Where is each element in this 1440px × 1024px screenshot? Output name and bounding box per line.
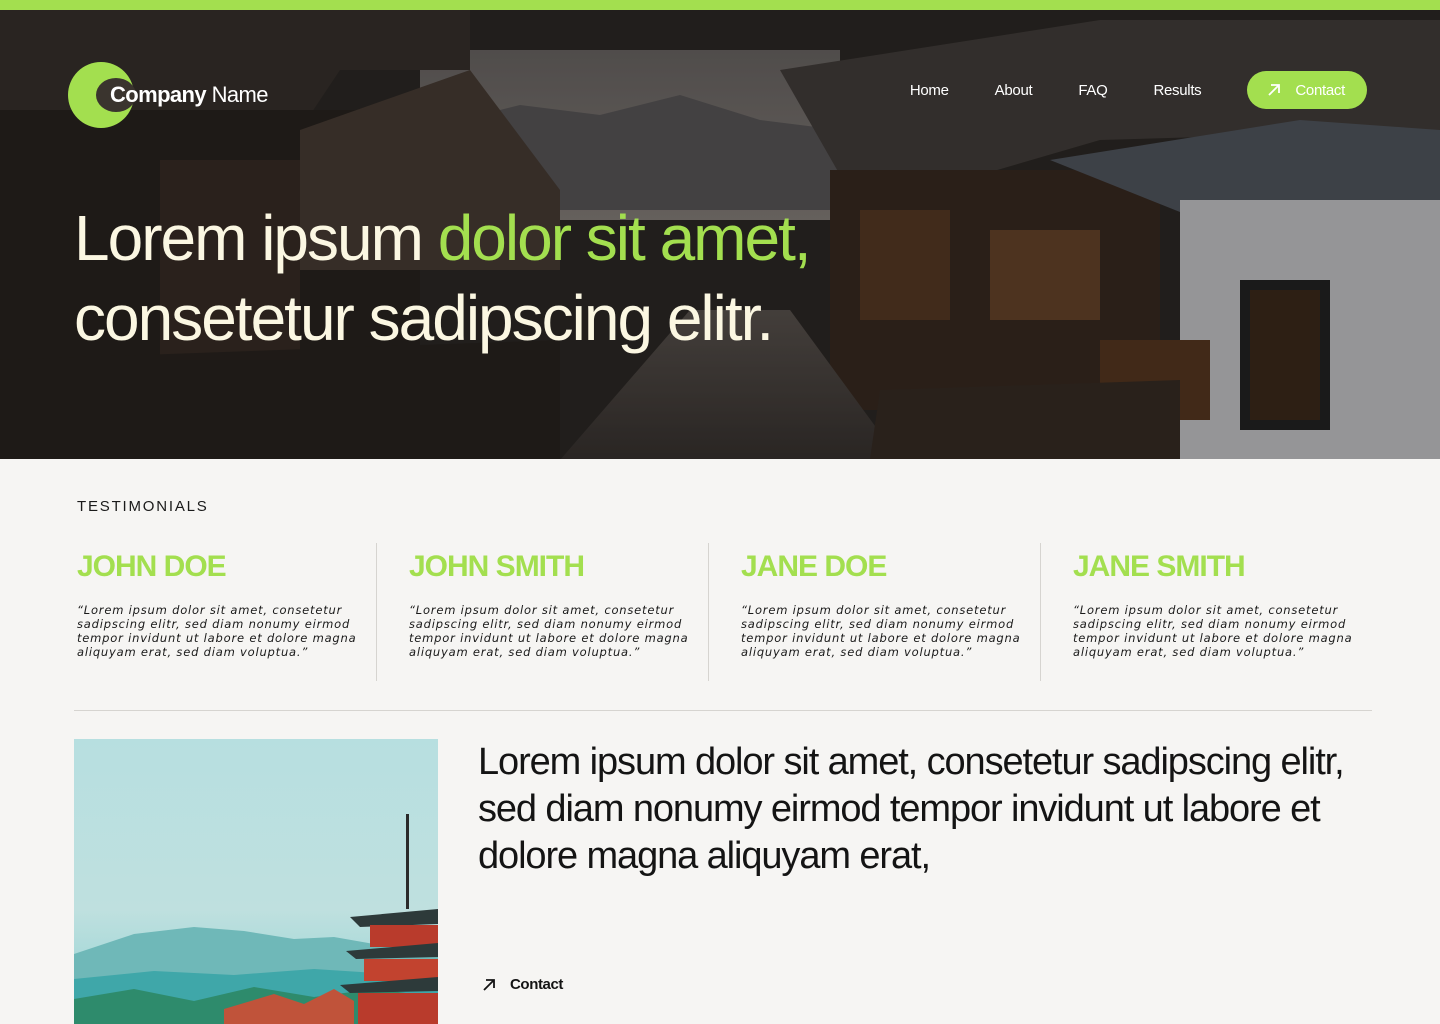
section-divider	[74, 710, 1372, 711]
company-logo[interactable]: Company Name	[68, 62, 308, 128]
hero-section: Company Name Home About FAQ Results Cont…	[0, 10, 1440, 459]
testimonial-card: JOHN SMITH “Lorem ipsum dolor sit amet, …	[376, 543, 708, 681]
arrow-up-right-icon	[1268, 84, 1281, 96]
testimonial-name: JOHN DOE	[77, 550, 227, 583]
top-accent-bar	[0, 0, 1440, 10]
testimonial-name: JOHN SMITH	[409, 550, 585, 583]
contact-link[interactable]: Contact	[482, 976, 563, 993]
nav-results[interactable]: Results	[1153, 82, 1201, 99]
testimonial-card: JANE DOE “Lorem ipsum dolor sit amet, co…	[708, 543, 1040, 681]
testimonial-quote: “Lorem ipsum dolor sit amet, consetetur …	[409, 603, 689, 659]
arrow-up-right-icon	[483, 978, 495, 991]
testimonial-quote: “Lorem ipsum dolor sit amet, consetetur …	[1073, 603, 1353, 659]
testimonial-quote: “Lorem ipsum dolor sit amet, consetetur …	[77, 603, 357, 659]
main-nav: Home About FAQ Results Contact	[910, 71, 1367, 109]
pagoda-photo	[74, 739, 438, 1024]
testimonial-quote: “Lorem ipsum dolor sit amet, consetetur …	[741, 603, 1021, 659]
testimonial-card: JANE SMITH “Lorem ipsum dolor sit amet, …	[1040, 543, 1372, 681]
contact-link-label: Contact	[510, 976, 564, 993]
nav-contact-button[interactable]: Contact	[1247, 71, 1367, 109]
testimonials-heading: TESTIMONIALS	[77, 498, 209, 515]
hero-headline: Lorem ipsum dolor sit amet, consetetur s…	[74, 202, 812, 354]
testimonials-list: JOHN DOE “Lorem ipsum dolor sit amet, co…	[74, 543, 1372, 681]
feature-paragraph: Lorem ipsum dolor sit amet, consetetur s…	[478, 741, 1345, 877]
testimonial-name: JANE SMITH	[1073, 550, 1246, 583]
testimonial-name: JANE DOE	[741, 550, 887, 583]
nav-about[interactable]: About	[995, 82, 1033, 99]
testimonial-card: JOHN DOE “Lorem ipsum dolor sit amet, co…	[74, 543, 376, 681]
nav-home[interactable]: Home	[910, 82, 949, 99]
company-name: Company Name	[110, 82, 268, 107]
nav-contact-label: Contact	[1295, 81, 1345, 99]
nav-faq[interactable]: FAQ	[1078, 82, 1107, 99]
hero-headline-accent: dolor sit amet,	[437, 202, 812, 274]
